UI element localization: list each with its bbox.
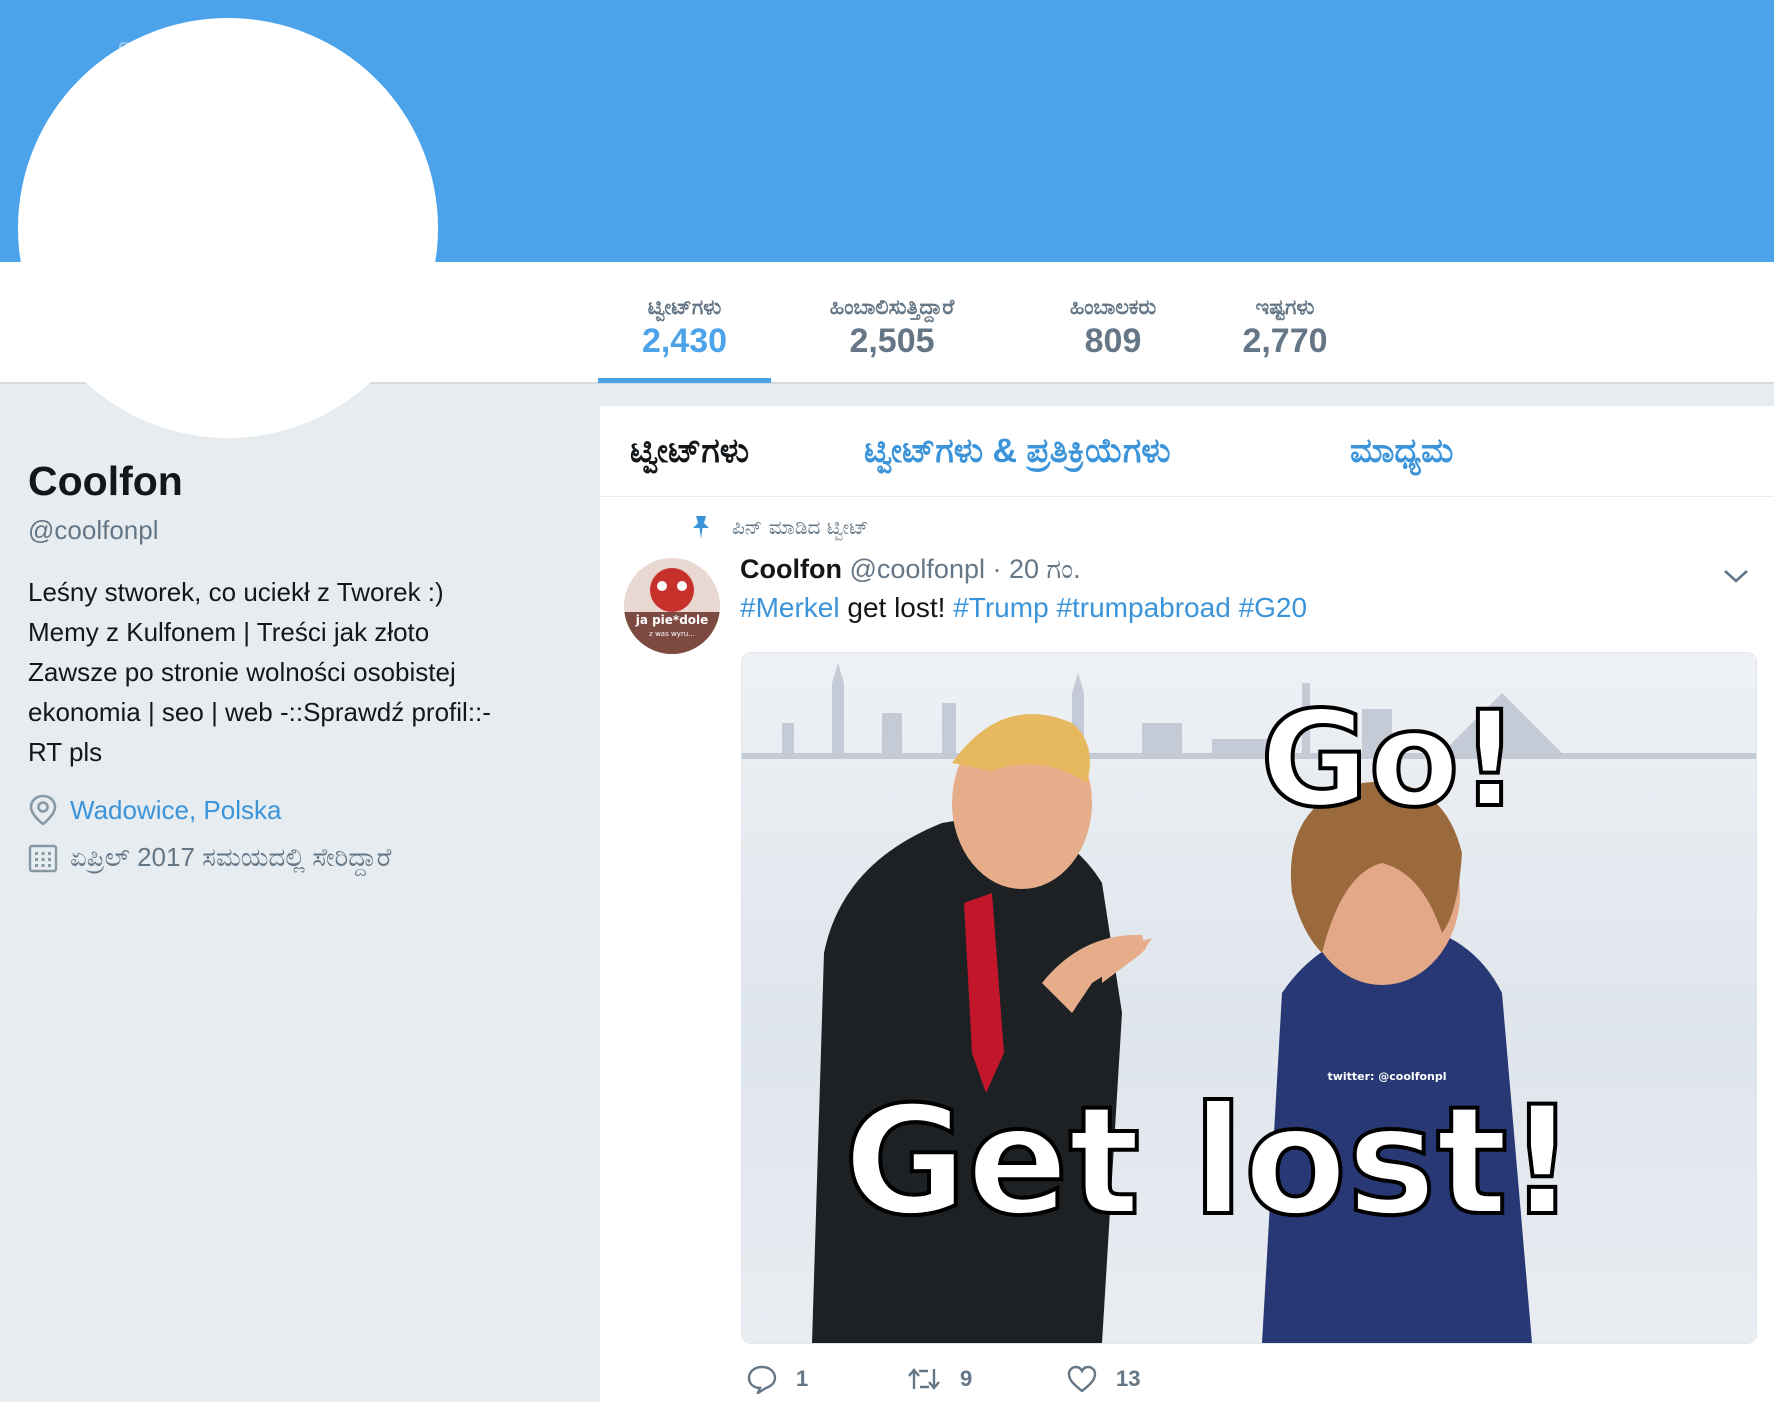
tweet-timestamp[interactable]: · 20 ಗಂ. [993,554,1081,584]
avatar-caption: ja pie*dole [635,613,709,627]
profile-handle[interactable]: @coolfonpl [28,515,588,546]
pinned-label-row: ಪಿನ್ ಮಾಡಿದ ಟ್ವೀಟ್ [690,514,869,540]
pin-icon [693,516,709,539]
location-link[interactable]: Wadowice, Polska [70,795,281,826]
retweet-count: 9 [960,1366,973,1391]
stat-label: ಇಷ್ಟಗಳು [1255,296,1315,319]
tweet-media-image[interactable]: Go! Get lost! twitter: @coolfonpl [741,652,1757,1344]
retweet-icon [908,1368,940,1390]
stat-label: ಟ್ವೀಟ್‌ಗಳು [647,296,722,319]
profile-location: Wadowice, Polska [28,794,588,826]
profile-joined: ಏಪ್ರಿಲ್ 2017 ಸಮಯದಲ್ಲಿ ಸೇರಿದ್ದಾರೆ [28,842,588,874]
tweet-author-name[interactable]: Coolfon [740,554,842,584]
profile-bio: Leśny stworek, co uciekł z Tworek :) Mem… [28,572,558,772]
stat-value: 2,505 [849,322,935,360]
media-caption-top: Go! [1260,683,1519,837]
hashtag-link[interactable]: #G20 [1239,592,1308,623]
tweet-avatar[interactable]: ja pie*dole z was wyru... [624,558,720,654]
media-watermark: twitter: @coolfonpl [1327,1070,1446,1083]
stat-likes[interactable]: ಇಷ್ಟಗಳು 2,770 [1228,296,1342,361]
profile-card: Coolfon @coolfonpl Leśny stworek, co uci… [28,458,588,874]
tweet-plain-text: get lost! [839,592,954,623]
chevron-down-icon[interactable] [1722,566,1750,586]
stat-value: 2,770 [1242,322,1328,360]
profile-name[interactable]: Coolfon [28,458,588,505]
timeline: ಟ್ವೀಟ್‌ಗಳು ಟ್ವೀಟ್‌ಗಳು & ಪ್ರತಿಕ್ರಿಯೆಗಳು ಮ… [600,406,1774,1402]
avatar-caption-small: z was wyru... [649,630,695,638]
tab-tweets-replies[interactable]: ಟ್ವೀಟ್‌ಗಳು & ಪ್ರತಿಕ್ರಿಯೆಗಳು [864,432,1171,471]
active-stat-indicator [598,378,771,383]
tweet-text: #Merkel get lost! #Trump #trumpabroad #G… [740,592,1307,624]
like-button[interactable]: 13 [1066,1364,1140,1394]
calendar-icon [28,844,58,873]
tab-media[interactable]: ಮಾಧ್ಯಮ [1350,432,1453,471]
hashtag-link[interactable]: #Merkel [740,592,840,623]
stat-label: ಹಿಂಬಾಲಿಸುತ್ತಿದ್ದಾರೆ [829,296,955,319]
stat-value: 2,430 [641,322,728,360]
reply-icon [747,1365,777,1394]
tweet-header: Coolfon @coolfonpl · 20 ಗಂ. [740,554,1081,586]
hashtag-link[interactable]: #Trump [953,592,1048,623]
location-pin-icon [29,794,57,826]
timeline-tabs: ಟ್ವೀಟ್‌ಗಳು ಟ್ವೀಟ್‌ಗಳು & ಪ್ರತಿಕ್ರಿಯೆಗಳು ಮ… [600,406,1774,497]
tweet-actions: 1 9 13 [746,1364,1140,1394]
bio-line: Memy z Kulfonem | Treści jak złoto [28,617,430,647]
hashtag-link[interactable]: #trumpabroad [1056,592,1230,623]
media-caption-bottom: Get lost! [844,1075,1577,1249]
retweet-button[interactable]: 9 [906,1365,1066,1393]
stat-label: ಹಿಂಬಾಲಕರು [1069,296,1157,319]
joined-text: ಏಪ್ರಿಲ್ 2017 ಸಮಯದಲ್ಲಿ ಸೇರಿದ್ದಾರೆ [70,842,392,872]
bio-line: Leśny stworek, co uciekł z Tworek :) [28,577,444,607]
stat-followers[interactable]: ಹಿಂಬಾಲಕರು 809 [1040,296,1186,361]
stat-value: 809 [1084,322,1142,360]
like-count: 13 [1116,1366,1141,1391]
bio-line: RT pls [28,737,103,767]
stat-tweets[interactable]: ಟ್ವೀಟ್‌ಗಳು 2,430 [598,296,771,361]
reply-button[interactable]: 1 [746,1364,906,1394]
profile-avatar[interactable] [18,18,438,438]
bio-line: Zawsze po stronie wolności osobistej [28,657,456,687]
tab-tweets[interactable]: ಟ್ವೀಟ್‌ಗಳು [630,432,749,471]
pinned-label: ಪಿನ್ ಮಾಡಿದ ಟ್ವೀಟ್ [732,515,869,539]
stat-following[interactable]: ಹಿಂಬಾಲಿಸುತ್ತಿದ್ದಾರೆ 2,505 [792,296,992,361]
bio-line: ekonomia | seo | web -::Sprawdź profil::… [28,697,491,727]
like-icon [1067,1365,1097,1393]
reply-count: 1 [796,1366,809,1391]
tweet-author-handle[interactable]: @coolfonpl [849,554,985,584]
